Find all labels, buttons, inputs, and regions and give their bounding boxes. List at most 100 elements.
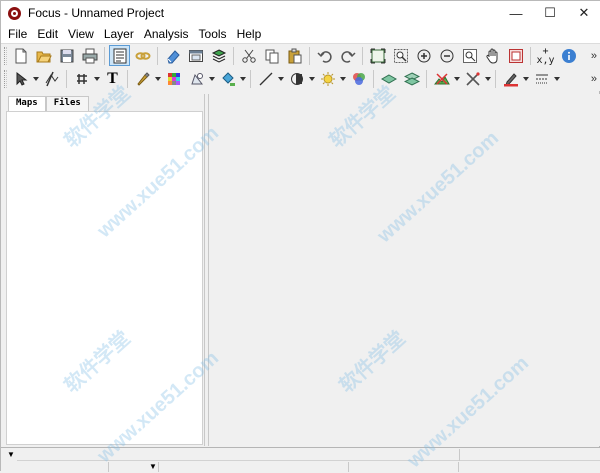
text-button[interactable]: T [102, 69, 123, 90]
color-grid-button[interactable] [163, 69, 184, 90]
window-layout-icon [188, 49, 203, 62]
chevron-down-icon [240, 77, 246, 81]
chevron-down-icon [454, 77, 460, 81]
properties-button[interactable] [109, 45, 130, 66]
pen-color-dropdown[interactable] [522, 69, 530, 90]
line-style-button[interactable] [531, 69, 552, 90]
zoom-window-button[interactable] [390, 45, 411, 66]
chevron-down-icon [155, 77, 161, 81]
shape-tool-icon [190, 73, 203, 85]
layer-stack-icon [403, 72, 420, 86]
maps-tree[interactable] [6, 111, 203, 445]
pan-button[interactable] [482, 45, 503, 66]
properties-sheet-icon [113, 48, 126, 63]
menu-layer[interactable]: Layer [99, 25, 139, 43]
toolbar-separator [157, 46, 158, 65]
info-button[interactable] [558, 45, 579, 66]
toolbar1-overflow-chevron[interactable]: » [591, 50, 597, 62]
measure-dropdown[interactable] [484, 69, 492, 90]
xy-coordinates-icon: + x,y [536, 46, 554, 65]
coordinates-button[interactable]: + x,y [535, 45, 556, 66]
line-button[interactable] [255, 69, 276, 90]
close-button[interactable]: ✕ [567, 1, 600, 25]
menu-view[interactable]: View [63, 25, 99, 43]
line-style-dropdown[interactable] [553, 69, 561, 90]
layer-add-button[interactable] [378, 69, 399, 90]
menu-edit[interactable]: Edit [32, 25, 63, 43]
chevron-down-icon [209, 77, 215, 81]
terrain-dropdown[interactable] [453, 69, 461, 90]
zoom-extent-icon [370, 48, 385, 63]
fill-button[interactable] [217, 69, 238, 90]
menu-file[interactable]: File [3, 25, 32, 43]
symbol-button[interactable] [132, 69, 153, 90]
measure-button[interactable] [462, 69, 483, 90]
menu-tools[interactable]: Tools [194, 25, 232, 43]
zoom-extent-button[interactable] [367, 45, 388, 66]
shape-button[interactable] [186, 69, 207, 90]
paste-button[interactable] [284, 45, 305, 66]
toolbar-grip[interactable] [4, 46, 7, 65]
redo-button[interactable] [337, 45, 358, 66]
main-toolbar: + x,y » [1, 43, 600, 67]
edit-vertex-button[interactable] [41, 69, 62, 90]
open-button[interactable] [33, 45, 54, 66]
printer-icon [82, 48, 97, 63]
toolbar2-overflow-chevron[interactable]: » [591, 73, 597, 85]
link-button[interactable] [132, 45, 153, 66]
map-extent-button[interactable] [505, 45, 526, 66]
window-title: Focus - Unnamed Project [28, 6, 165, 20]
copy-icon [265, 49, 278, 63]
status-collapse-arrow-icon[interactable]: ▼ [7, 450, 15, 459]
minimize-button[interactable]: — [499, 1, 533, 25]
buffer-button[interactable] [286, 69, 307, 90]
cut-button[interactable] [238, 45, 259, 66]
highlight-button[interactable] [317, 69, 338, 90]
pen-color-button[interactable] [500, 69, 521, 90]
undo-button[interactable] [314, 45, 335, 66]
save-button[interactable] [56, 45, 77, 66]
maximize-button[interactable]: ☐ [533, 1, 567, 25]
select-button[interactable] [10, 69, 31, 90]
menu-analysis[interactable]: Analysis [139, 25, 194, 43]
status-row-top [17, 449, 600, 461]
shape-dropdown[interactable] [208, 69, 216, 90]
zoom-window-icon [393, 48, 408, 63]
overlay-button[interactable] [348, 69, 369, 90]
map-canvas[interactable] [208, 94, 600, 446]
toolbar-separator [250, 70, 251, 88]
toolbar-separator [530, 46, 531, 65]
line-dropdown[interactable] [277, 69, 285, 90]
buffer-dropdown[interactable] [308, 69, 316, 90]
tab-maps[interactable]: Maps [8, 96, 46, 111]
select-arrow-icon [16, 71, 27, 86]
zoom-previous-button[interactable] [459, 45, 480, 66]
layer-stack-button[interactable] [401, 69, 422, 90]
print-button[interactable] [79, 45, 100, 66]
paste-clipboard-icon [288, 48, 301, 63]
copy-button[interactable] [261, 45, 282, 66]
fill-dropdown[interactable] [239, 69, 247, 90]
toolbar-separator [104, 46, 105, 65]
zoom-out-button[interactable] [436, 45, 457, 66]
info-icon [561, 48, 576, 63]
layout-button[interactable] [185, 45, 206, 66]
toolbar-grip[interactable] [4, 70, 7, 88]
symbol-dropdown[interactable] [154, 69, 162, 90]
select-dropdown[interactable] [32, 69, 40, 90]
eraser-button[interactable] [162, 45, 183, 66]
new-button[interactable] [10, 45, 31, 66]
tab-files[interactable]: Files [45, 96, 89, 111]
toolbar-separator [66, 70, 67, 88]
layers-button[interactable] [208, 45, 229, 66]
grid-button[interactable] [71, 69, 92, 90]
zoom-in-button[interactable] [413, 45, 434, 66]
status-dropdown-arrow-icon[interactable]: ▼ [149, 462, 157, 471]
highlight-dropdown[interactable] [339, 69, 347, 90]
grid-dropdown[interactable] [93, 69, 101, 90]
line-style-icon [535, 74, 548, 84]
menu-help[interactable]: Help [232, 25, 267, 43]
app-window: Focus - Unnamed Project — ☐ ✕ File Edit … [0, 0, 600, 472]
terrain-button[interactable] [431, 69, 452, 90]
zoom-in-icon [417, 49, 430, 62]
